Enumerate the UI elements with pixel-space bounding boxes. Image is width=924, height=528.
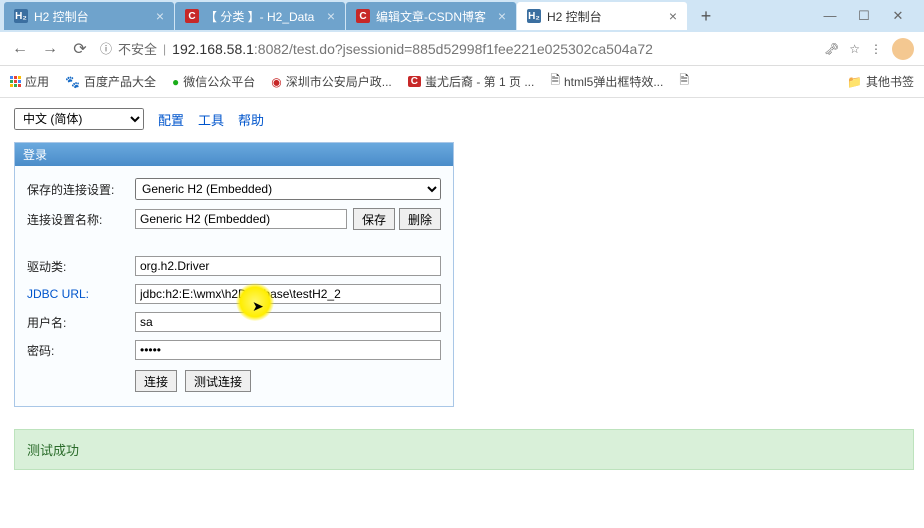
- tools-link[interactable]: 工具: [198, 110, 224, 129]
- page-content: 中文 (简体) 配置 工具 帮助 登录 保存的连接设置: Generic H2 …: [0, 98, 924, 480]
- tab-title: H2 控制台: [547, 8, 663, 25]
- csdn-icon: C: [356, 9, 370, 23]
- driver-input[interactable]: [135, 256, 441, 276]
- wechat-icon: ●: [172, 75, 179, 89]
- language-select[interactable]: 中文 (简体): [14, 108, 144, 130]
- bookmark-star-icon[interactable]: ☆: [849, 42, 860, 56]
- password-input[interactable]: [135, 340, 441, 360]
- menu-icon[interactable]: ⋮: [870, 42, 882, 56]
- apps-grid-icon: [10, 76, 21, 87]
- paw-icon: 🐾: [65, 75, 80, 89]
- bookmark-wechat[interactable]: ●微信公众平台: [172, 73, 255, 90]
- delete-button[interactable]: 删除: [399, 208, 441, 230]
- folder-icon: 📁: [847, 75, 862, 89]
- minimize-button[interactable]: —: [820, 8, 840, 24]
- url-text: 192.168.58.1:8082/test.do?jsessionid=885…: [172, 41, 653, 57]
- window-controls: — ☐ ✕: [820, 8, 920, 24]
- bookmark-html5[interactable]: 🗎html5弹出框特效...: [550, 71, 663, 92]
- setting-name-label: 连接设置名称:: [27, 211, 135, 228]
- maximize-button[interactable]: ☐: [854, 8, 874, 24]
- insecure-label: 不安全: [118, 39, 157, 58]
- config-link[interactable]: 配置: [158, 110, 184, 129]
- forward-button[interactable]: →: [40, 39, 60, 59]
- navigation-bar: ← → ⟳ ⓘ 不安全 | 192.168.58.1:8082/test.do?…: [0, 32, 924, 66]
- bookmark-bar: 应用 🐾百度产品大全 ●微信公众平台 ◉深圳市公安局户政... C蚩尤后裔 - …: [0, 66, 924, 98]
- back-button[interactable]: ←: [10, 39, 30, 59]
- address-bar[interactable]: ⓘ 不安全 | 192.168.58.1:8082/test.do?jsessi…: [100, 39, 814, 58]
- h2-icon: H₂: [527, 9, 541, 23]
- save-button[interactable]: 保存: [353, 208, 395, 230]
- saved-settings-select[interactable]: Generic H2 (Embedded): [135, 178, 441, 200]
- h2-icon: H₂: [14, 9, 28, 23]
- csdn-icon: C: [185, 9, 199, 23]
- apps-shortcut[interactable]: 应用: [10, 73, 49, 90]
- reload-button[interactable]: ⟳: [70, 39, 90, 59]
- user-label: 用户名:: [27, 314, 135, 331]
- jdbc-url-label[interactable]: JDBC URL:: [27, 287, 135, 301]
- bookmark-shenzhen[interactable]: ◉深圳市公安局户政...: [271, 73, 392, 90]
- info-icon[interactable]: ⓘ: [100, 40, 112, 57]
- bookmark-csdn[interactable]: C蚩尤后裔 - 第 1 页 ...: [408, 73, 535, 90]
- close-window-button[interactable]: ✕: [888, 8, 908, 24]
- driver-label: 驱动类:: [27, 258, 135, 275]
- tab-h2-console-active[interactable]: H₂ H2 控制台 ×: [517, 2, 687, 30]
- jdbc-url-input[interactable]: [135, 284, 441, 304]
- test-connection-button[interactable]: 测试连接: [185, 370, 251, 392]
- setting-name-input[interactable]: [135, 209, 347, 229]
- csdn-icon: C: [408, 76, 421, 87]
- page-icon: 🗎: [679, 71, 689, 92]
- profile-avatar[interactable]: [892, 38, 914, 60]
- tab-strip: H₂ H2 控制台 × C 【 分类 】- H2_Data × C 编辑文章-C…: [0, 0, 924, 32]
- bookmark-baidu[interactable]: 🐾百度产品大全: [65, 73, 156, 90]
- tab-h2-console-1[interactable]: H₂ H2 控制台 ×: [4, 2, 174, 30]
- new-tab-button[interactable]: +: [694, 4, 718, 28]
- user-input[interactable]: [135, 312, 441, 332]
- bookmark-blank[interactable]: 🗎: [679, 71, 689, 92]
- close-icon[interactable]: ×: [669, 8, 677, 24]
- close-icon[interactable]: ×: [498, 8, 506, 24]
- other-bookmarks[interactable]: 📁其他书签: [847, 73, 914, 90]
- emblem-icon: ◉: [271, 75, 281, 89]
- tab-title: 编辑文章-CSDN博客: [376, 8, 492, 25]
- tab-title: 【 分类 】- H2_Data: [205, 8, 321, 25]
- password-label: 密码:: [27, 342, 135, 359]
- panel-title: 登录: [15, 143, 453, 166]
- save-password-icon[interactable]: 🗝: [824, 42, 839, 56]
- saved-settings-label: 保存的连接设置:: [27, 181, 135, 198]
- page-icon: 🗎: [550, 71, 560, 92]
- tab-title: H2 控制台: [34, 8, 150, 25]
- close-icon[interactable]: ×: [327, 8, 335, 24]
- tab-category-h2data[interactable]: C 【 分类 】- H2_Data ×: [175, 2, 345, 30]
- help-link[interactable]: 帮助: [238, 110, 264, 129]
- close-icon[interactable]: ×: [156, 8, 164, 24]
- status-message: 测试成功: [14, 429, 914, 470]
- tab-csdn-edit[interactable]: C 编辑文章-CSDN博客 ×: [346, 2, 516, 30]
- login-panel: 登录 保存的连接设置: Generic H2 (Embedded) 连接设置名称…: [14, 142, 454, 407]
- connect-button[interactable]: 连接: [135, 370, 177, 392]
